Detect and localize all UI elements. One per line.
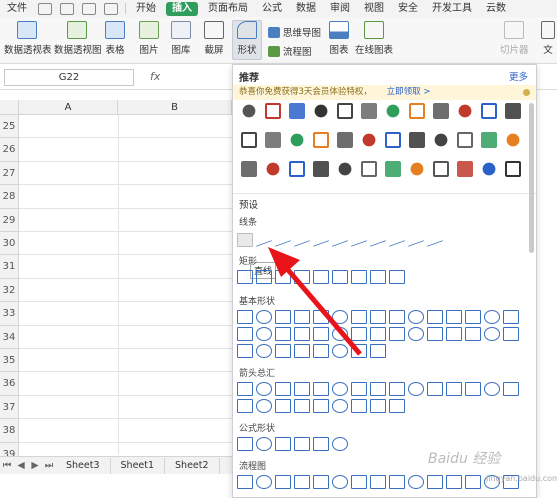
next-sheet-icon[interactable]: ▶ (28, 460, 42, 471)
row-header[interactable]: 31 (0, 255, 19, 279)
sheet-tab[interactable]: Sheet3 (56, 457, 111, 474)
slicer-icon (504, 21, 524, 39)
text-button[interactable]: 文 (540, 21, 556, 56)
row-header[interactable]: 28 (0, 185, 19, 209)
slicer-button[interactable]: 切片器 (500, 21, 529, 56)
text-icon (541, 21, 555, 39)
flowchart-icon (268, 45, 280, 57)
screenshot-button[interactable]: 截屏 (200, 21, 228, 56)
tab-insert[interactable]: 插入 (166, 1, 198, 16)
row-header[interactable]: 32 (0, 278, 19, 303)
row-header[interactable]: 29 (0, 208, 19, 232)
tab-dev[interactable]: 开发工具 (425, 0, 479, 17)
annotation-arrow (268, 247, 362, 356)
row-header[interactable]: 37 (0, 395, 19, 420)
pivot-chart-button[interactable]: 数据透视图 (54, 21, 102, 56)
row-header[interactable]: 35 (0, 349, 19, 373)
column-header: A B (0, 100, 232, 115)
gridline (19, 418, 232, 420)
first-sheet-icon[interactable]: ⏮ (0, 460, 14, 471)
gridline (19, 324, 232, 326)
print-icon[interactable] (60, 2, 74, 15)
row-header[interactable]: 33 (0, 302, 19, 326)
gridline (19, 277, 232, 279)
flowchart-button[interactable]: 流程图 (268, 44, 312, 58)
gridline (19, 371, 232, 373)
column-header-a[interactable]: A (19, 100, 118, 115)
row-header[interactable]: 27 (0, 161, 19, 186)
row-header[interactable]: 36 (0, 372, 19, 396)
save-icon[interactable] (38, 2, 52, 15)
column-header-b[interactable]: B (118, 100, 232, 115)
pivot-table-button[interactable]: 数据透视表 (4, 21, 52, 56)
picture-button[interactable]: 图片 (136, 21, 162, 56)
sheet-tab[interactable]: Sheet2 (165, 457, 220, 474)
online-chart-icon (364, 21, 384, 39)
tab-view[interactable]: 视图 (357, 0, 391, 17)
sheet-tabs: ⏮ ◀ ▶ ⏭ Sheet3 Sheet1 Sheet2 (0, 456, 232, 474)
chart-button[interactable]: 图表 (328, 21, 350, 56)
tab-layout[interactable]: 页面布局 (201, 0, 255, 17)
tab-review[interactable]: 审阅 (323, 0, 357, 17)
shape-icon (237, 21, 257, 39)
watermark-sub: jingyan.baidu.com (486, 474, 557, 483)
gridline (19, 137, 232, 139)
ribbon: 数据透视表 数据透视图 表格 图片 图库 截屏 形状 思维导图 流程图 图表 在… (0, 17, 557, 64)
gallery-button[interactable]: 图库 (168, 21, 194, 56)
mind-map-icon (268, 26, 280, 38)
sheet-tab[interactable]: Sheet1 (111, 457, 166, 474)
mind-map-button[interactable]: 思维导图 (268, 25, 321, 39)
divider (125, 3, 126, 14)
tab-security[interactable]: 安全 (391, 0, 425, 17)
table-icon (105, 21, 125, 39)
row-header[interactable]: 34 (0, 325, 19, 349)
row-header[interactable]: 25 (0, 115, 19, 139)
tab-start[interactable]: 开始 (129, 0, 163, 17)
fx-label[interactable]: fx (150, 70, 160, 83)
gridline (19, 301, 232, 303)
corner-cell[interactable] (0, 100, 19, 115)
tab-data[interactable]: 数据 (289, 0, 323, 17)
table-button[interactable]: 表格 (104, 21, 126, 56)
gridline (19, 441, 232, 443)
tab-cloud[interactable]: 云数 (479, 0, 513, 17)
row-header[interactable]: 26 (0, 138, 19, 162)
scissors-icon (204, 21, 224, 39)
row-header[interactable]: 30 (0, 232, 19, 256)
gridline (19, 394, 232, 396)
redo-icon[interactable] (104, 2, 118, 15)
gridline (19, 184, 232, 186)
picture-icon (139, 21, 159, 39)
gridline (118, 115, 119, 455)
menu-bar: 文件 开始 插入 页面布局 公式 数据 审阅 视图 安全 开发工具 云数 (0, 0, 557, 17)
arrow-head (268, 247, 300, 277)
online-chart-button[interactable]: 在线图表 (354, 21, 394, 56)
gallery-icon (171, 21, 191, 39)
file-menu[interactable]: 文件 (0, 0, 34, 17)
gridline (19, 207, 232, 209)
watermark: Baidu 经验 (428, 451, 501, 467)
prev-sheet-icon[interactable]: ◀ (14, 460, 28, 471)
gridline (19, 160, 232, 162)
pivot-table-icon (17, 21, 37, 39)
chart-icon (329, 21, 349, 39)
gridline (19, 348, 232, 349)
undo-icon[interactable] (82, 2, 96, 15)
row-header[interactable]: 38 (0, 419, 19, 443)
gridline (19, 231, 232, 232)
gridline (19, 254, 232, 256)
shape-button[interactable]: 形状 (232, 20, 262, 60)
name-box[interactable]: G22 (4, 69, 134, 86)
tab-formula[interactable]: 公式 (255, 0, 289, 17)
arrow-shaft (275, 255, 362, 356)
last-sheet-icon[interactable]: ⏭ (42, 460, 56, 471)
pivot-chart-icon (67, 21, 87, 39)
